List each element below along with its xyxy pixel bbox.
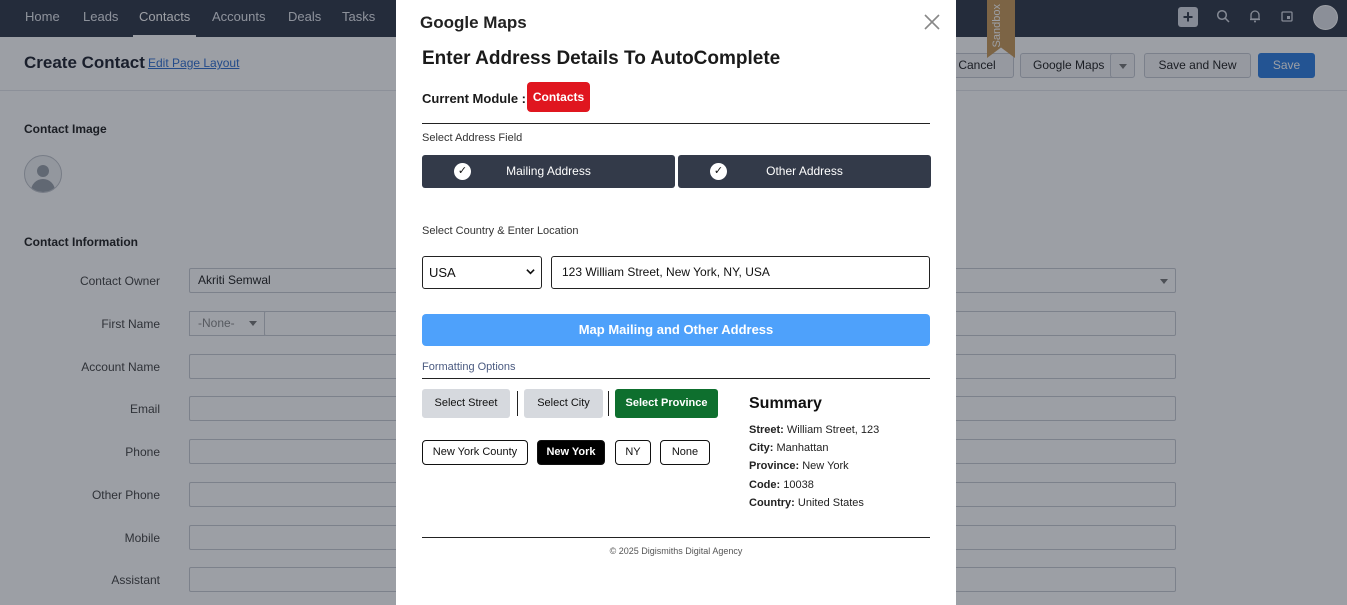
map-address-button[interactable]: Map Mailing and Other Address bbox=[422, 314, 930, 346]
summary-title: Summary bbox=[749, 395, 822, 412]
other-address-label: Other Address bbox=[766, 164, 843, 178]
footer-copyright: © 2025 Digismiths Digital Agency bbox=[609, 546, 743, 556]
country-location-label: Select Country & Enter Location bbox=[422, 225, 579, 237]
option-new-york[interactable]: New York bbox=[537, 440, 605, 465]
formatting-options-label: Formatting Options bbox=[422, 361, 516, 373]
divider bbox=[422, 537, 930, 538]
separator bbox=[517, 391, 518, 416]
summary-country-value: United States bbox=[797, 497, 864, 509]
summary-country: Country: United States bbox=[749, 497, 864, 509]
select-street-button[interactable]: Select Street bbox=[422, 389, 510, 418]
option-new-york-county[interactable]: New York County bbox=[422, 440, 528, 465]
summary-province-value: New York bbox=[802, 460, 849, 472]
summary-city-label: City: bbox=[749, 442, 774, 454]
summary-code-label: Code: bbox=[749, 479, 781, 491]
autocomplete-heading: Enter Address Details To AutoComplete bbox=[422, 48, 781, 69]
google-maps-modal: Google Maps Enter Address Details To Aut… bbox=[396, 0, 956, 605]
summary-street-label: Street: bbox=[749, 424, 784, 436]
separator bbox=[608, 391, 609, 416]
divider bbox=[422, 378, 930, 379]
mailing-address-toggle[interactable]: ✓ Mailing Address bbox=[422, 155, 675, 188]
summary-code: Code: 10038 bbox=[749, 479, 814, 491]
option-ny[interactable]: NY bbox=[615, 440, 651, 465]
select-city-button[interactable]: Select City bbox=[524, 389, 603, 418]
summary-code-value: 10038 bbox=[783, 479, 814, 491]
country-value: USA bbox=[429, 265, 456, 280]
summary-city-value: Manhattan bbox=[776, 442, 829, 454]
select-province-button[interactable]: Select Province bbox=[615, 389, 718, 418]
summary-province: Province: New York bbox=[749, 460, 849, 472]
summary-street: Street: William Street, 123 bbox=[749, 424, 879, 436]
summary-city: City: Manhattan bbox=[749, 442, 829, 454]
country-select[interactable]: USA bbox=[422, 256, 542, 289]
option-none[interactable]: None bbox=[660, 440, 710, 465]
other-address-toggle[interactable]: ✓ Other Address bbox=[678, 155, 931, 188]
modal-title: Google Maps bbox=[420, 13, 527, 32]
close-icon[interactable] bbox=[922, 12, 942, 32]
chevron-down-icon bbox=[526, 269, 535, 275]
check-icon: ✓ bbox=[710, 163, 727, 180]
check-icon: ✓ bbox=[454, 163, 471, 180]
current-module-badge: Contacts bbox=[527, 82, 590, 112]
summary-country-label: Country: bbox=[749, 497, 795, 509]
summary-street-value: William Street, 123 bbox=[786, 424, 880, 436]
divider bbox=[422, 123, 930, 124]
location-input[interactable]: 123 William Street, New York, NY, USA bbox=[551, 256, 930, 289]
select-address-label: Select Address Field bbox=[422, 132, 523, 144]
summary-province-label: Province: bbox=[749, 460, 800, 472]
current-module-label: Current Module : bbox=[422, 91, 526, 106]
mailing-address-label: Mailing Address bbox=[506, 164, 591, 178]
